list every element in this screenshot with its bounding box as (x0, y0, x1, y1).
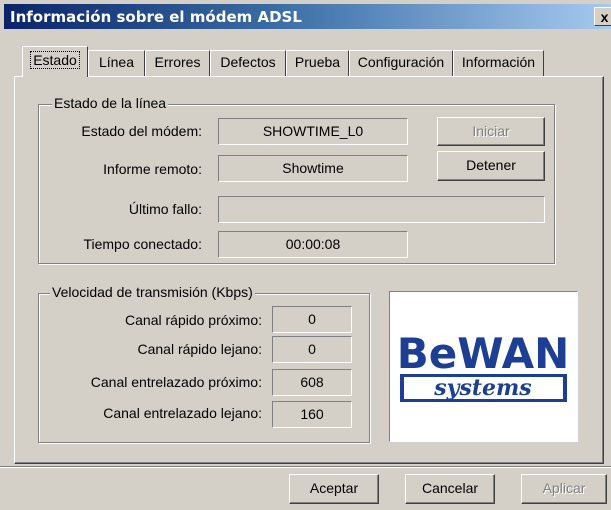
connected-time-field: 00:00:08 (218, 231, 408, 258)
remote-report-label: Informe remoto: (103, 161, 202, 177)
dialog-window: Información sobre el módem ADSL x Estado… (0, 0, 611, 510)
fast-far-field: 0 (272, 336, 352, 363)
speed-legend: Velocidad de transmisión (Kbps) (50, 284, 255, 300)
interleaved-far-field: 160 (272, 401, 352, 428)
tab-label: Estado (30, 51, 80, 69)
footer-separator (0, 466, 611, 468)
tab-label: Defectos (220, 54, 276, 70)
line-status-legend: Estado de la línea (52, 95, 169, 111)
fast-far-label: Canal rápido lejano: (137, 341, 262, 357)
tab-linea[interactable]: Línea (88, 50, 145, 76)
interleaved-far-label: Canal entrelazado lejano: (103, 405, 262, 421)
tab-label: Prueba (294, 54, 341, 70)
tab-prueba[interactable]: Prueba (286, 50, 349, 76)
tab-label: Información (461, 54, 536, 70)
tab-errores[interactable]: Errores (145, 50, 210, 76)
last-failure-label: Último fallo: (128, 201, 202, 217)
tab-label: Configuración (357, 54, 445, 70)
tab-configuracion[interactable]: Configuración (349, 50, 453, 76)
cancel-button[interactable]: Cancelar (405, 474, 495, 504)
close-icon: x (600, 9, 609, 25)
apply-button[interactable]: Aplicar (521, 474, 607, 504)
ok-button[interactable]: Aceptar (289, 474, 379, 504)
tab-estado[interactable]: Estado (22, 46, 88, 77)
modem-state-label: Estado del módem: (81, 123, 202, 139)
close-button[interactable]: x (594, 7, 611, 26)
title-bar[interactable]: Información sobre el módem ADSL x (4, 4, 611, 29)
remote-report-field: Showtime (218, 155, 408, 182)
interleaved-near-label: Canal entrelazado próximo: (90, 374, 262, 390)
start-button[interactable]: Iniciar (437, 117, 545, 146)
tab-defectos[interactable]: Defectos (210, 50, 286, 76)
tab-label: Errores (154, 54, 201, 70)
connected-time-label: Tiempo conectado: (83, 236, 202, 252)
fast-near-field: 0 (272, 306, 352, 333)
bewan-logo: BeWAN systems (389, 291, 578, 442)
interleaved-near-field: 608 (272, 369, 352, 396)
window-title: Información sobre el módem ADSL (10, 8, 302, 26)
fast-near-label: Canal rápido próximo: (125, 312, 262, 328)
stop-button[interactable]: Detener (437, 151, 545, 181)
last-failure-field (218, 196, 545, 223)
logo-top-text: BeWAN (397, 329, 570, 378)
tab-label: Línea (98, 54, 135, 70)
modem-state-field: SHOWTIME_L0 (218, 118, 408, 145)
logo-bottom-text: systems (433, 375, 531, 401)
tab-informacion[interactable]: Información (453, 50, 544, 76)
